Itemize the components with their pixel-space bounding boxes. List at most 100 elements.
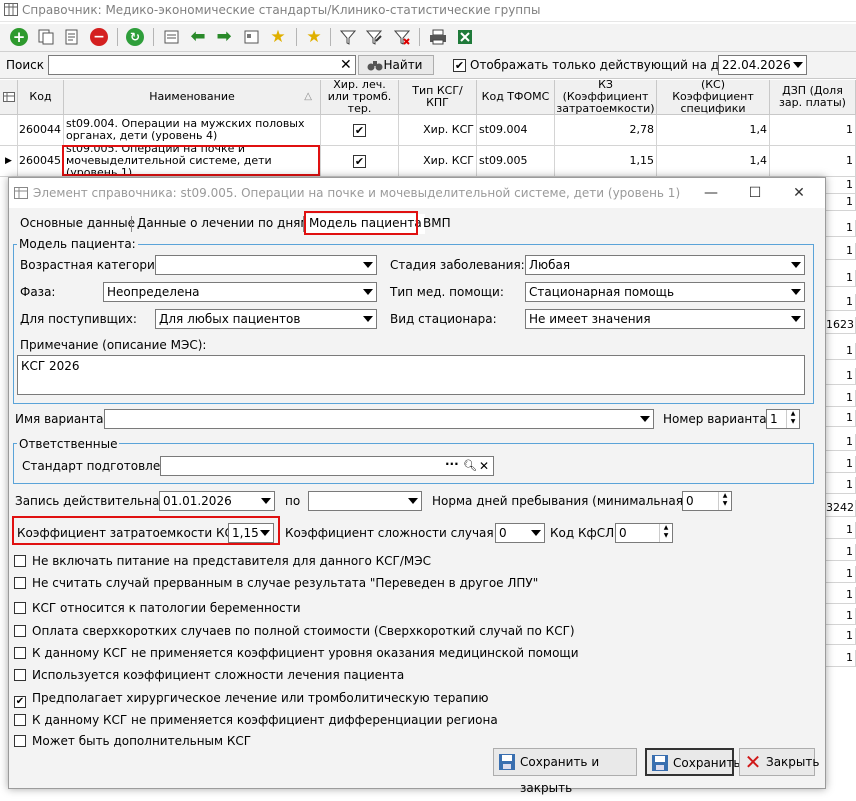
right-column-cell[interactable]: 1 <box>826 628 856 645</box>
checkbox-box[interactable] <box>14 647 26 659</box>
hospital-type-select[interactable]: Не имеет значения <box>525 309 805 329</box>
complexity-select[interactable]: 0 <box>495 523 545 543</box>
date-filter[interactable]: 22.04.2026 <box>718 55 807 75</box>
grid-header-tfoms[interactable]: Код ТФОМС <box>477 80 555 115</box>
cell-dzp[interactable]: 1 <box>770 146 856 177</box>
checkbox-box[interactable] <box>14 577 26 589</box>
right-column-cell[interactable]: 1 <box>826 194 856 211</box>
cell-ks[interactable]: 1,4 <box>657 146 770 177</box>
right-column-cell[interactable]: 1623 <box>826 317 856 334</box>
age-select[interactable] <box>155 255 377 275</box>
right-column-cell[interactable]: 1 <box>826 608 856 625</box>
favorites-icon[interactable]: ★ <box>304 27 324 47</box>
right-column-cell[interactable]: 1 <box>826 587 856 604</box>
cell-tfoms[interactable]: st09.005 <box>477 146 555 177</box>
row-indicator-current-icon[interactable]: ▶ <box>0 146 18 177</box>
tab-daily-treatment[interactable]: Данные о лечении по дням <box>134 214 312 234</box>
add-favorite-icon[interactable]: ★ <box>268 27 288 47</box>
checkbox-box[interactable] <box>14 555 26 567</box>
cell-surgical[interactable]: ✔ <box>321 146 399 177</box>
variant-number-spinner[interactable]: 1 ▲ ▼ <box>766 409 800 429</box>
checkbox-no-meal[interactable]: Не включать питание на представителя для… <box>14 554 431 568</box>
ellipsis-icon[interactable]: ··· <box>445 457 459 473</box>
right-column-cell[interactable]: 1 <box>826 220 856 237</box>
right-column-cell[interactable]: 1 <box>826 294 856 311</box>
close-icon[interactable]: ✕ <box>777 178 821 208</box>
grid-header-code[interactable]: Код <box>18 80 64 115</box>
cell-kz[interactable]: 1,15 <box>555 146 657 177</box>
cell-surgical-checkbox[interactable]: ✔ <box>353 123 366 137</box>
checkbox-box[interactable] <box>14 669 26 681</box>
edit-icon[interactable] <box>62 27 82 47</box>
checkbox-complexity-coef[interactable]: Используется коэффициент сложности лечен… <box>14 668 404 682</box>
right-column-cell[interactable]: 1 <box>826 477 856 494</box>
stage-select[interactable]: Любая <box>525 255 805 275</box>
right-column-cell[interactable]: 1 <box>826 456 856 473</box>
admitted-select[interactable]: Для любых пациентов <box>155 309 377 329</box>
kfsl-spinner[interactable]: 0 ▲ ▼ <box>615 523 673 543</box>
arrow-left-icon[interactable]: ⬅ <box>188 27 208 47</box>
cell-type[interactable]: Хир. КСГ <box>399 115 477 146</box>
grid-header-name[interactable]: Наименование △ <box>64 80 321 115</box>
delete-icon[interactable]: − <box>90 28 108 46</box>
cell-kz[interactable]: 2,78 <box>555 115 657 146</box>
save-and-close-button[interactable]: Сохранить и закрыть <box>493 748 637 795</box>
filter-clear-icon[interactable] <box>392 27 412 47</box>
refresh-icon[interactable]: ↻ <box>126 28 144 46</box>
right-column-cell[interactable]: 1 <box>826 434 856 451</box>
right-column-cell[interactable]: 1 <box>826 343 856 360</box>
valid-to-date[interactable] <box>308 491 422 511</box>
note-textarea[interactable]: КСГ 2026 <box>17 355 805 395</box>
right-column-cell[interactable]: 1 <box>826 368 856 385</box>
arrow-right-icon[interactable]: ➡ <box>214 27 234 47</box>
right-column-cell[interactable]: 1 <box>826 243 856 260</box>
checkbox-no-level-coef[interactable]: К данному КСГ не применяется коэффициент… <box>14 646 579 660</box>
grid-header-kz[interactable]: КЗ (Коэффициент затратоемкости) <box>555 79 657 115</box>
only-active-checkbox[interactable]: ✔ <box>453 59 466 72</box>
minimize-icon[interactable]: — <box>689 178 733 208</box>
checkbox-short-cases[interactable]: Оплата сверхкоротких случаев по полной с… <box>14 624 575 638</box>
min-days-spinner[interactable]: 0 ▲ ▼ <box>682 491 732 511</box>
print-icon[interactable] <box>428 27 448 47</box>
maximize-icon[interactable]: ☐ <box>733 178 777 208</box>
checkbox-pregnancy[interactable]: КСГ относится к патологии беременности <box>14 601 301 615</box>
checkbox-box[interactable] <box>14 602 26 614</box>
checkbox-not-interrupted[interactable]: Не считать случай прерванным в случае ре… <box>14 576 538 590</box>
checkbox-no-region-coef[interactable]: К данному КСГ не применяется коэффициент… <box>14 713 498 727</box>
cell-tfoms[interactable]: st09.004 <box>477 115 555 146</box>
find-button[interactable]: Найти <box>358 55 434 75</box>
open-list-icon[interactable] <box>162 27 182 47</box>
checkbox-additional-ksg[interactable]: Может быть дополнительным КСГ <box>14 734 251 748</box>
tab-main-data[interactable]: Основные данные <box>17 214 138 234</box>
filter-icon[interactable] <box>338 27 358 47</box>
cell-surgical-checkbox[interactable]: ✔ <box>353 154 366 168</box>
cell-dzp[interactable]: 1 <box>770 115 856 146</box>
cell-name[interactable]: st09.004. Операции на мужских половых ор… <box>64 115 321 146</box>
checkbox-surgical[interactable]: ✔ Предполагает хирургическое лечение или … <box>14 691 488 708</box>
checkbox-box[interactable]: ✔ <box>14 696 26 708</box>
right-column-cell[interactable]: 3242 <box>826 500 856 517</box>
row-indicator[interactable] <box>0 115 18 146</box>
add-icon[interactable]: + <box>10 28 28 46</box>
standard-input[interactable]: ··· 🔍︎ ✕ <box>160 456 494 476</box>
copy-icon[interactable] <box>36 27 56 47</box>
cell-surgical[interactable]: ✔ <box>321 115 399 146</box>
right-column-cell[interactable]: 1 <box>826 566 856 583</box>
right-column-cell[interactable]: 1 <box>826 410 856 427</box>
search-input[interactable] <box>48 55 356 75</box>
variant-name-select[interactable] <box>104 409 654 429</box>
cell-type[interactable]: Хир. КСГ <box>399 146 477 177</box>
right-column-cell[interactable]: 1 <box>826 650 856 667</box>
grid-header-surgical[interactable]: Хир. леч. или тромб. тер. <box>321 79 399 115</box>
clear-search-icon[interactable]: ✕ <box>340 57 352 73</box>
view-list-icon[interactable] <box>242 27 262 47</box>
cell-ks[interactable]: 1,4 <box>657 115 770 146</box>
grid-header-ks[interactable]: (КС) Коэффициент специфики <box>657 79 770 115</box>
close-button[interactable]: ✕ Закрыть <box>739 748 819 776</box>
save-button[interactable]: Сохранить <box>645 748 741 776</box>
grid-header-dzp[interactable]: ДЗП (Доля зар. платы) <box>770 80 856 115</box>
cell-code[interactable]: 260045 <box>18 146 64 177</box>
care-type-select[interactable]: Стационарная помощь <box>525 282 805 302</box>
right-column-cell[interactable]: 1 <box>826 522 856 539</box>
grid-header-type[interactable]: Тип КСГ/КПГ <box>399 80 477 115</box>
